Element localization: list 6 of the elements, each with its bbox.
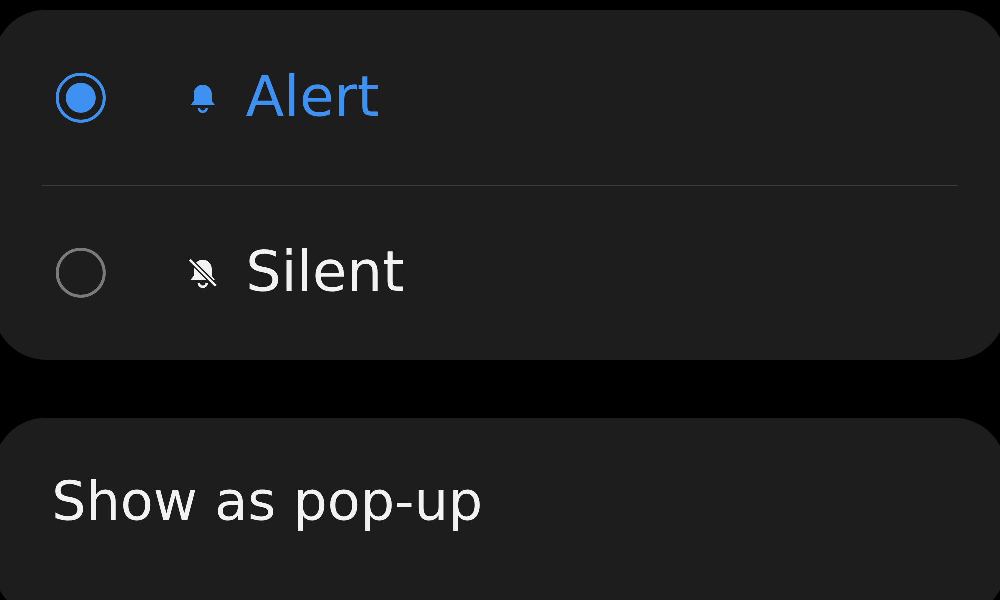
radio-button[interactable]	[56, 248, 106, 298]
option-label[interactable]: Silent	[246, 240, 405, 305]
option-label[interactable]: Alert	[246, 65, 380, 130]
radio-button[interactable]	[56, 72, 106, 122]
popup-card[interactable]: Show as pop-up	[0, 418, 1000, 600]
setting-label: Show as pop-up	[52, 470, 483, 533]
